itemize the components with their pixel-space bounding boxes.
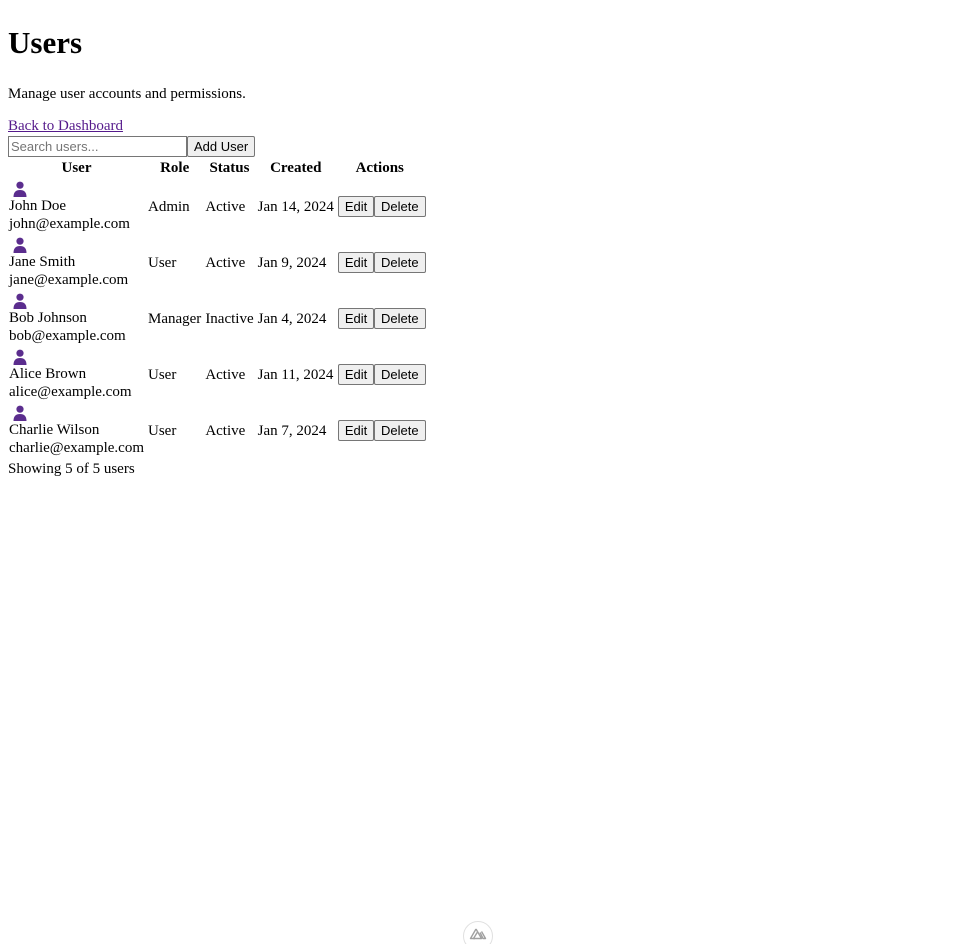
search-input[interactable]: [8, 135, 187, 157]
user-created: Jan 4, 2024: [257, 310, 327, 327]
delete-button[interactable]: Delete: [374, 420, 426, 442]
user-icon: [12, 293, 28, 309]
user-role: User: [148, 366, 177, 383]
user-cell: Jane Smith jane@example.com: [8, 236, 145, 290]
page-title: Users: [8, 25, 83, 60]
row-actions: Edit Delete: [337, 348, 426, 402]
user-status: Inactive: [205, 310, 254, 327]
table-row: Charlie Wilson charlie@example.com User …: [8, 404, 426, 458]
edit-button[interactable]: Edit: [337, 308, 375, 330]
user-name: Alice Brown: [9, 365, 87, 382]
user-name: Jane Smith: [9, 253, 76, 270]
delete-button[interactable]: Delete: [374, 308, 426, 330]
row-actions: Edit Delete: [337, 236, 426, 290]
user-email: john@example.com: [9, 215, 130, 232]
users-page: Users Manage user accounts and permissio…: [0, 0, 958, 486]
page-subtitle: Manage user accounts and permissions.: [8, 86, 246, 103]
add-user-button[interactable]: Add User: [187, 135, 256, 157]
row-actions: Edit Delete: [337, 292, 426, 346]
user-created: Jan 14, 2024: [257, 198, 334, 215]
user-role: Manager: [148, 310, 202, 327]
user-name: Charlie Wilson: [9, 421, 100, 438]
user-role: User: [148, 422, 177, 439]
users-table: User Role Status Created Actions John Do…: [6, 157, 426, 460]
user-icon: [12, 237, 28, 253]
back-to-dashboard-link[interactable]: Back to Dashboard: [8, 118, 123, 135]
user-role: User: [148, 254, 177, 271]
user-email: alice@example.com: [9, 383, 132, 400]
user-count-text: Showing 5 of 5 users: [8, 460, 135, 477]
column-header-created: Created: [270, 159, 322, 176]
edit-button[interactable]: Edit: [337, 420, 375, 442]
user-name: Bob Johnson: [9, 309, 87, 326]
user-icon: [12, 405, 28, 421]
devtools-toggle-button[interactable]: [463, 921, 493, 944]
delete-button[interactable]: Delete: [374, 252, 426, 274]
column-header-status: Status: [209, 159, 250, 176]
edit-button[interactable]: Edit: [337, 196, 375, 218]
user-status: Active: [205, 254, 246, 271]
table-row: Jane Smith jane@example.com User Active …: [8, 236, 426, 290]
column-header-user: User: [61, 159, 92, 176]
user-role: Admin: [148, 198, 190, 215]
table-header-row: User Role Status Created Actions: [8, 159, 423, 178]
delete-button[interactable]: Delete: [374, 364, 426, 386]
row-actions: Edit Delete: [337, 404, 426, 458]
user-icon: [12, 349, 28, 365]
user-cell: Bob Johnson bob@example.com: [8, 292, 145, 346]
user-status: Active: [205, 198, 246, 215]
user-cell: Charlie Wilson charlie@example.com: [8, 404, 145, 458]
toolbar: Add User: [8, 135, 950, 157]
delete-button[interactable]: Delete: [374, 196, 426, 218]
user-email: jane@example.com: [9, 271, 129, 288]
user-status: Active: [205, 366, 246, 383]
table-row: John Doe john@example.com Admin Active J…: [8, 180, 426, 234]
user-created: Jan 7, 2024: [257, 422, 327, 439]
table-row: Alice Brown alice@example.com User Activ…: [8, 348, 426, 402]
user-status: Active: [205, 422, 246, 439]
column-header-role: Role: [160, 159, 190, 176]
user-email: charlie@example.com: [9, 439, 144, 456]
user-created: Jan 11, 2024: [257, 366, 334, 383]
table-row: Bob Johnson bob@example.com Manager Inac…: [8, 292, 426, 346]
user-created: Jan 9, 2024: [257, 254, 327, 271]
user-cell: Alice Brown alice@example.com: [8, 348, 145, 402]
row-actions: Edit Delete: [337, 180, 426, 234]
edit-button[interactable]: Edit: [337, 364, 375, 386]
user-email: bob@example.com: [9, 327, 126, 344]
nuxt-logo-icon: [469, 928, 487, 944]
user-icon: [12, 181, 28, 197]
user-cell: John Doe john@example.com: [8, 180, 145, 234]
edit-button[interactable]: Edit: [337, 252, 375, 274]
user-name: John Doe: [9, 197, 67, 214]
column-header-actions: Actions: [355, 159, 404, 176]
